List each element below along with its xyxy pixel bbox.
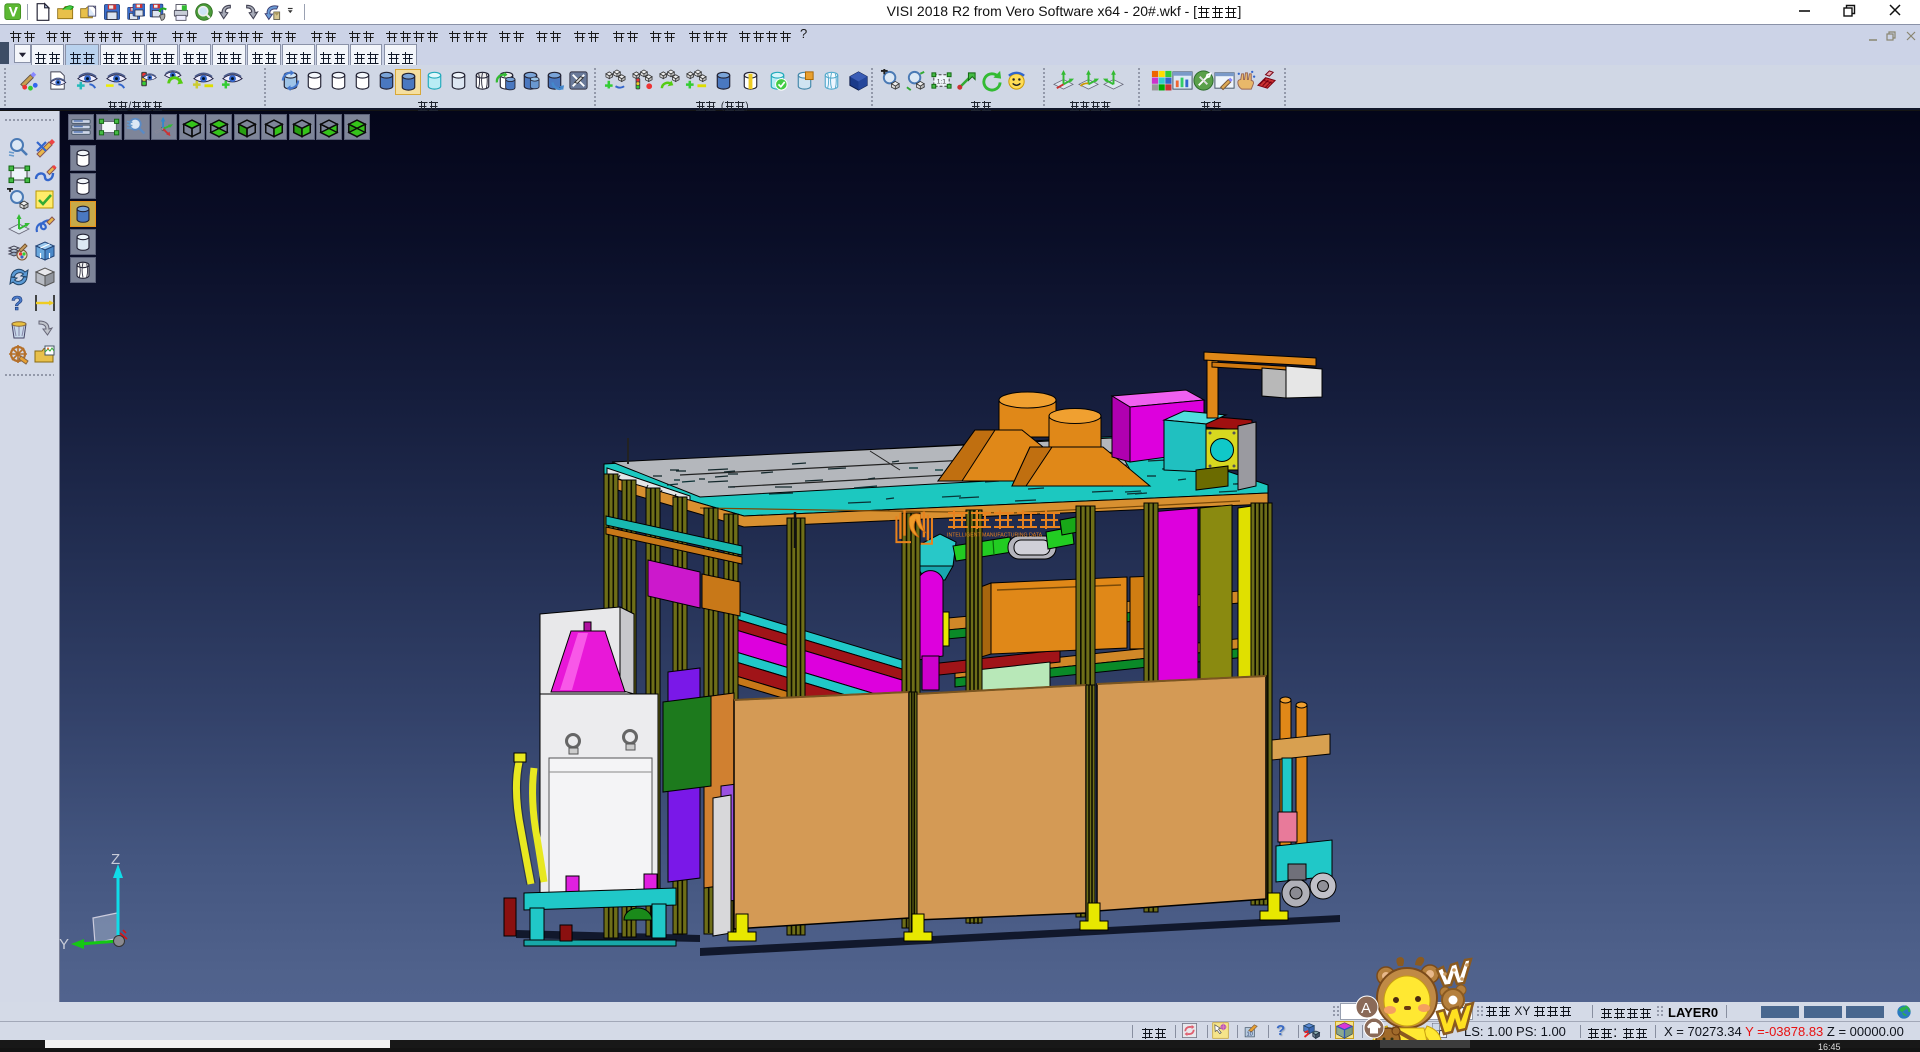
svg-text:10: 10 (1247, 1032, 1253, 1038)
svg-text:Z: Z (111, 851, 120, 868)
svg-text:Y: Y (59, 936, 69, 953)
svg-text:A: A (1361, 1000, 1371, 1017)
